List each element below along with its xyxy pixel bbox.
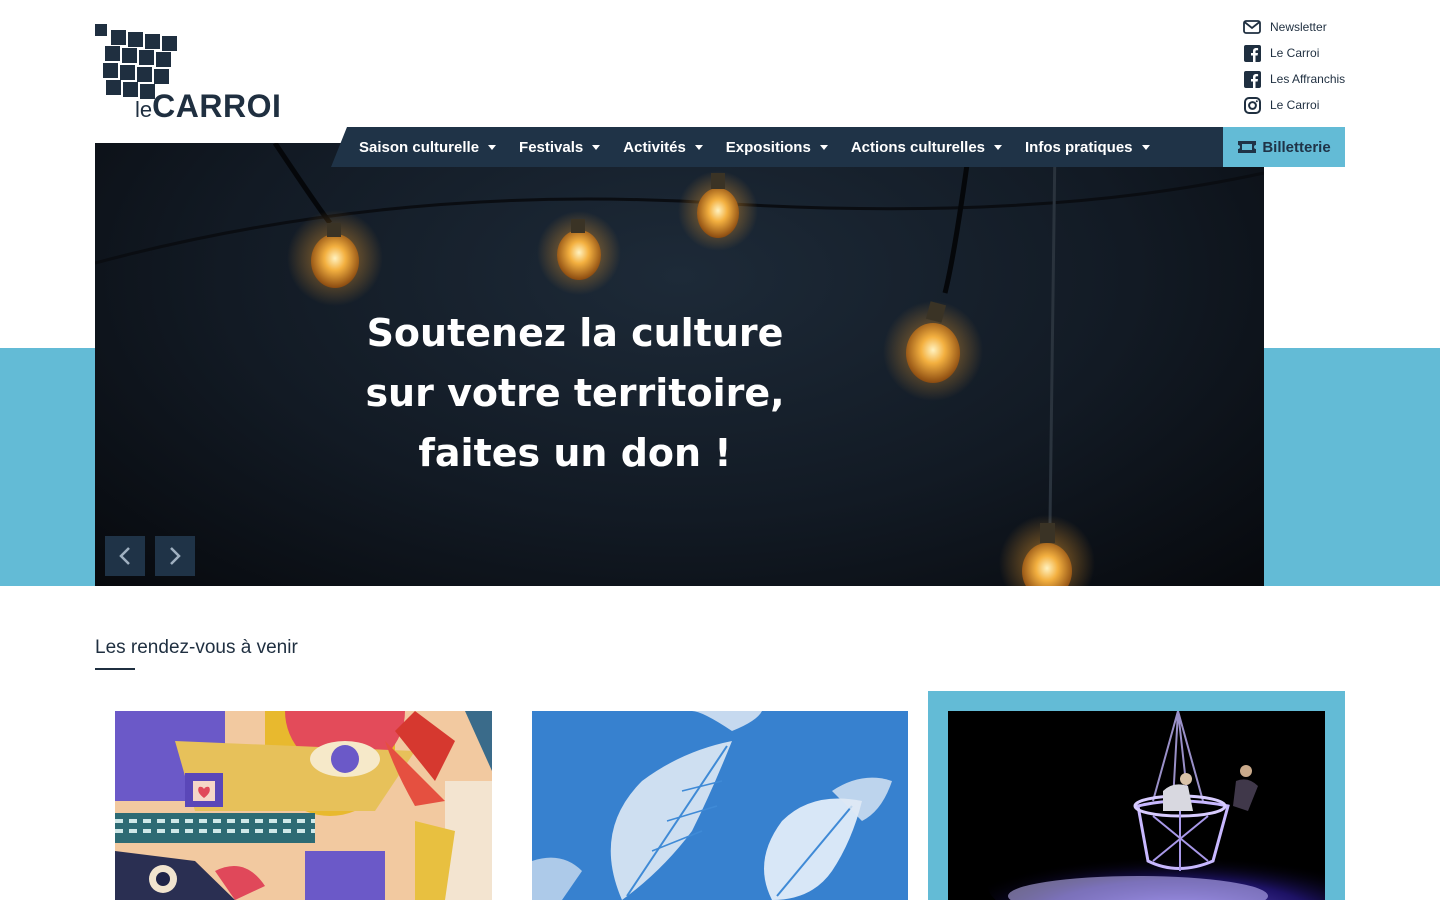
event-card-image[interactable] (948, 711, 1325, 900)
hero-slider: Soutenez la culture sur votre territoire… (95, 143, 1264, 586)
facebook-link-les-affranchis[interactable]: Les Affranchis (1243, 66, 1433, 92)
ticket-icon (1237, 140, 1257, 154)
newsletter-label: Newsletter (1270, 20, 1327, 34)
facebook-icon (1243, 70, 1261, 88)
facebook-label-le-carroi: Le Carroi (1270, 46, 1320, 60)
event-circus-performance (948, 711, 1325, 900)
facebook-link-le-carroi[interactable]: Le Carroi (1243, 40, 1433, 66)
logo-square (128, 32, 143, 47)
logo-square (120, 65, 135, 80)
newsletter-link[interactable]: Newsletter (1243, 14, 1433, 40)
nav-item-activites[interactable]: Activités (623, 139, 703, 156)
slider-next-button[interactable] (155, 536, 195, 576)
event-card-image[interactable] (532, 711, 909, 900)
logo-square (156, 52, 171, 67)
instagram-link-le-carroi[interactable]: Le Carroi (1243, 92, 1433, 118)
logo-name: CARROI (152, 88, 282, 124)
logo-square (154, 69, 169, 84)
logo-square (111, 30, 126, 45)
nav-label: Infos pratiques (1025, 138, 1133, 156)
billetterie-button[interactable]: Billetterie (1223, 127, 1345, 167)
billetterie-label: Billetterie (1262, 138, 1331, 156)
logo-square (106, 80, 121, 95)
nav-label: Activités (623, 138, 686, 156)
nav-label: Expositions (725, 138, 811, 156)
instagram-label-le-carroi: Le Carroi (1270, 98, 1320, 112)
logo-square (139, 50, 154, 65)
event-cyanotype-leaves (532, 711, 908, 900)
logo-square (162, 36, 177, 51)
nav-item-actions-culturelles[interactable]: Actions culturelles (850, 138, 1003, 156)
hero-line: faites un don ! (418, 431, 732, 475)
caret-down-icon (694, 144, 703, 150)
chevron-left-icon (119, 547, 130, 565)
caret-down-icon (488, 144, 497, 150)
main-navigation: Saison culturelle Festivals Activités Ex… (331, 127, 1223, 167)
chevron-right-icon (170, 547, 181, 565)
logo-square (145, 34, 160, 49)
section-title: Les rendez-vous à venir (95, 637, 298, 658)
logo-square (137, 67, 152, 82)
envelope-icon (1243, 18, 1261, 36)
nav-item-saison-culturelle[interactable]: Saison culturelle (359, 138, 497, 156)
caret-down-icon (592, 144, 601, 150)
nav-label: Actions culturelles (850, 138, 986, 156)
event-illustration-collage (115, 711, 492, 900)
nav-item-expositions[interactable]: Expositions (726, 139, 828, 156)
nav-item-festivals[interactable]: Festivals (519, 138, 601, 156)
logo-le: le (135, 97, 153, 122)
hero-line: sur votre territoire, (365, 371, 785, 415)
logo-square (103, 63, 118, 78)
instagram-icon (1243, 96, 1261, 114)
caret-down-icon (819, 144, 828, 150)
logo-square (95, 24, 107, 36)
caret-down-icon (1141, 144, 1150, 150)
nav-label: Festivals (519, 138, 584, 156)
hero-line: Soutenez la culture (366, 311, 784, 355)
logo-wordmark: leCARROI (135, 88, 281, 125)
logo-square (122, 48, 137, 63)
logo-square (105, 46, 120, 61)
slider-prev-button[interactable] (105, 536, 145, 576)
site-logo[interactable]: leCARROI (95, 22, 285, 126)
facebook-label-les-affranchis: Les Affranchis (1270, 72, 1346, 86)
hero-headline: Soutenez la culture sur votre territoire… (335, 303, 815, 483)
social-links: Newsletter Le Carroi Les Affranchis Le C… (1243, 14, 1433, 118)
caret-down-icon (994, 144, 1003, 150)
nav-item-infos-pratiques[interactable]: Infos pratiques (1025, 139, 1150, 156)
facebook-icon (1243, 44, 1261, 62)
nav-label: Saison culturelle (359, 138, 480, 156)
event-card-image[interactable] (115, 711, 492, 900)
section-title-underline (95, 668, 135, 670)
